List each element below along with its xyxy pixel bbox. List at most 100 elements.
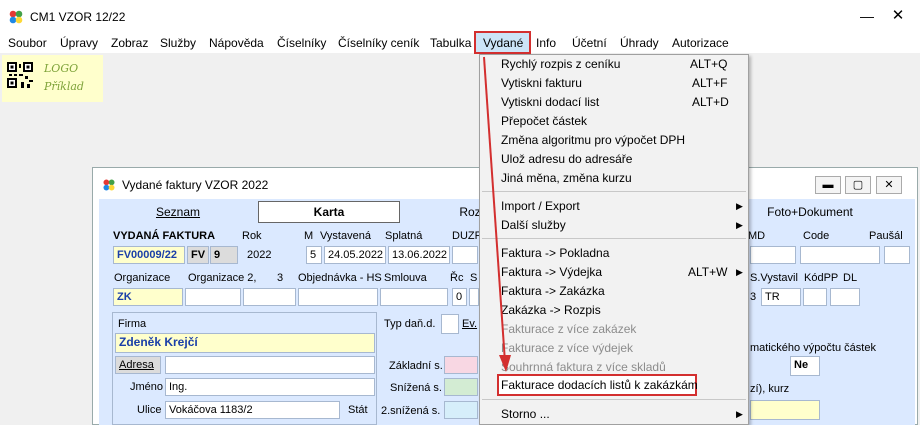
inner-maximize-button[interactable]: ▢ <box>845 176 871 194</box>
md-label: MD <box>748 230 766 242</box>
code-field[interactable] <box>800 246 880 264</box>
smlouva-field[interactable] <box>380 288 448 306</box>
duzp-field[interactable] <box>452 246 478 264</box>
kurz-label: zí), kurz <box>750 383 790 395</box>
menu-napoveda[interactable]: Nápověda <box>209 36 264 50</box>
ev-label: Ev. <box>462 318 478 330</box>
close-button[interactable]: ✕ <box>888 6 908 26</box>
series-number-field[interactable]: 9 <box>210 246 238 264</box>
menu-item-storno[interactable]: Storno ... <box>501 407 550 421</box>
menu-item-zakazka-rozpis[interactable]: Zakázka -> Rozpis <box>501 303 601 317</box>
typ-dan-field[interactable] <box>441 314 459 334</box>
snizena2-field[interactable] <box>444 401 478 419</box>
rc-field[interactable]: 0 <box>452 288 467 306</box>
organizace2-label: Organizace 2, <box>188 272 257 284</box>
zakladni-field[interactable] <box>444 356 478 374</box>
objednavka-field[interactable] <box>298 288 378 306</box>
adresa-button[interactable]: Adresa <box>115 356 161 374</box>
series-field[interactable]: FV <box>187 246 209 264</box>
dl-label: DL <box>843 272 858 284</box>
inner-window-icon <box>103 179 115 191</box>
window-title: CM1 VZOR 12/22 <box>30 10 126 24</box>
rok-value: 2022 <box>247 249 272 261</box>
menu-autorizace[interactable]: Autorizace <box>672 36 729 50</box>
tab-karta[interactable]: Karta <box>258 201 400 223</box>
menu-sluzby[interactable]: Služby <box>160 36 196 50</box>
submenu-arrow-icon: ▶ <box>736 201 743 211</box>
organizace3-field[interactable] <box>243 288 296 306</box>
menu-item-faktura-vydejka[interactable]: Faktura -> Výdejka <box>501 265 602 279</box>
snizena-label: Snížená s. <box>390 382 442 394</box>
dl-field[interactable] <box>830 288 860 306</box>
menu-zobraz[interactable]: Zobraz <box>111 36 148 50</box>
inner-close-button[interactable]: ✕ <box>876 176 902 194</box>
app-icon <box>9 10 23 24</box>
organizace2-field[interactable] <box>185 288 241 306</box>
menu-item-dalsi-sluzby[interactable]: Další služby <box>501 218 566 232</box>
organizace-field[interactable]: ZK <box>113 288 183 306</box>
due-date-field[interactable]: 13.06.2022 <box>388 246 450 264</box>
menu-ciselniky[interactable]: Číselníky <box>277 36 326 50</box>
organizace3-label: 3 <box>277 272 284 284</box>
firma-field[interactable]: Zdeněk Krejčí <box>115 333 375 353</box>
kodpp-field[interactable] <box>803 288 827 306</box>
menu-item-vytiskni-dodaci-list[interactable]: Vytiskni dodací list <box>501 95 599 109</box>
menu-item-zmena-algoritmu-dph[interactable]: Změna algoritmu pro výpočet DPH <box>501 133 685 147</box>
menu-vydane[interactable]: Vydané <box>483 36 523 50</box>
menu-item-import-export[interactable]: Import / Export <box>501 199 580 213</box>
objednavka-label: Objednávka - HS <box>298 272 382 284</box>
snizena2-label: 2.snížená s. <box>381 405 441 417</box>
menu-ciselniky-cenik[interactable]: Číselníky ceník <box>338 36 419 50</box>
vystavil-label: S.Vystavil <box>750 272 798 284</box>
stat-label: Stát <box>348 404 368 416</box>
menu-item-fakturace-vice-vydejek: Fakturace z více výdejek <box>501 341 634 355</box>
pausal-label: Paušál <box>869 230 903 242</box>
inner-minimize-button[interactable]: ▬ <box>815 176 841 194</box>
vystavil-field[interactable]: TR <box>761 288 801 306</box>
jmeno-label: Jméno <box>130 381 164 393</box>
md-field[interactable] <box>750 246 796 264</box>
auto-calc-field[interactable]: Ne <box>790 356 820 376</box>
vydana-faktura-label: VYDANÁ FAKTURA <box>113 230 216 242</box>
invoice-number-field[interactable]: FV00009/22 <box>113 246 185 264</box>
menu-item-vytiskni-fakturu[interactable]: Vytiskni fakturu <box>501 76 582 90</box>
menu-uhrady[interactable]: Úhrady <box>620 36 659 50</box>
snizena-field[interactable] <box>444 378 478 396</box>
menu-item-faktura-pokladna[interactable]: Faktura -> Pokladna <box>501 246 609 260</box>
smlouva-label: Smlouva <box>384 272 427 284</box>
minimize-button[interactable]: — <box>857 6 877 26</box>
menu-item-prepocet-castek[interactable]: Přepočet částek <box>501 114 587 128</box>
qr-code-icon <box>7 62 33 88</box>
menu-item-rychly-rozpis[interactable]: Rychlý rozpis z ceníku <box>501 57 620 71</box>
tab-seznam[interactable]: Seznam <box>108 200 248 224</box>
submenu-arrow-icon: ▶ <box>736 267 743 277</box>
s-field[interactable] <box>469 288 479 306</box>
typ-dan-label: Typ daň.d. <box>384 318 436 330</box>
kurz-field[interactable] <box>750 400 820 420</box>
adresa-field[interactable] <box>165 356 375 374</box>
menu-separator <box>482 238 746 239</box>
rok-label: Rok <box>242 230 262 242</box>
vystavena-label: Vystavená <box>320 230 371 242</box>
tab-foto-dokument[interactable]: Foto+Dokument <box>755 200 865 224</box>
menu-item-uloz-adresu[interactable]: Ulož adresu do adresáře <box>501 152 632 166</box>
ulice-field[interactable]: Vokáčova 1183/2 <box>165 401 340 419</box>
menu-tabulka[interactable]: Tabulka <box>430 36 471 50</box>
menu-separator <box>482 399 746 400</box>
menu-item-fakturace-dodacich-listu[interactable]: Fakturace dodacích listů k zakázkám <box>501 378 698 392</box>
ulice-label: Ulice <box>137 404 162 416</box>
menu-ucetni[interactable]: Účetní <box>572 36 607 50</box>
shortcut-faktura-vydejka: ALT+W <box>688 265 728 279</box>
menu-soubor[interactable]: Soubor <box>8 36 47 50</box>
menu-info[interactable]: Info <box>536 36 556 50</box>
menu-item-faktura-zakazka[interactable]: Faktura -> Zakázka <box>501 284 605 298</box>
menu-separator <box>482 191 746 192</box>
menu-upravy[interactable]: Úpravy <box>60 36 98 50</box>
jmeno-field[interactable]: Ing. <box>165 378 375 396</box>
issued-date-field[interactable]: 24.05.2022 <box>324 246 386 264</box>
logo-text-2: Příklad <box>44 80 84 93</box>
pausal-field[interactable] <box>884 246 910 264</box>
menu-item-jina-mena[interactable]: Jiná měna, změna kurzu <box>501 171 632 185</box>
month-field[interactable]: 5 <box>306 246 322 264</box>
firma-label: Firma <box>118 318 147 330</box>
